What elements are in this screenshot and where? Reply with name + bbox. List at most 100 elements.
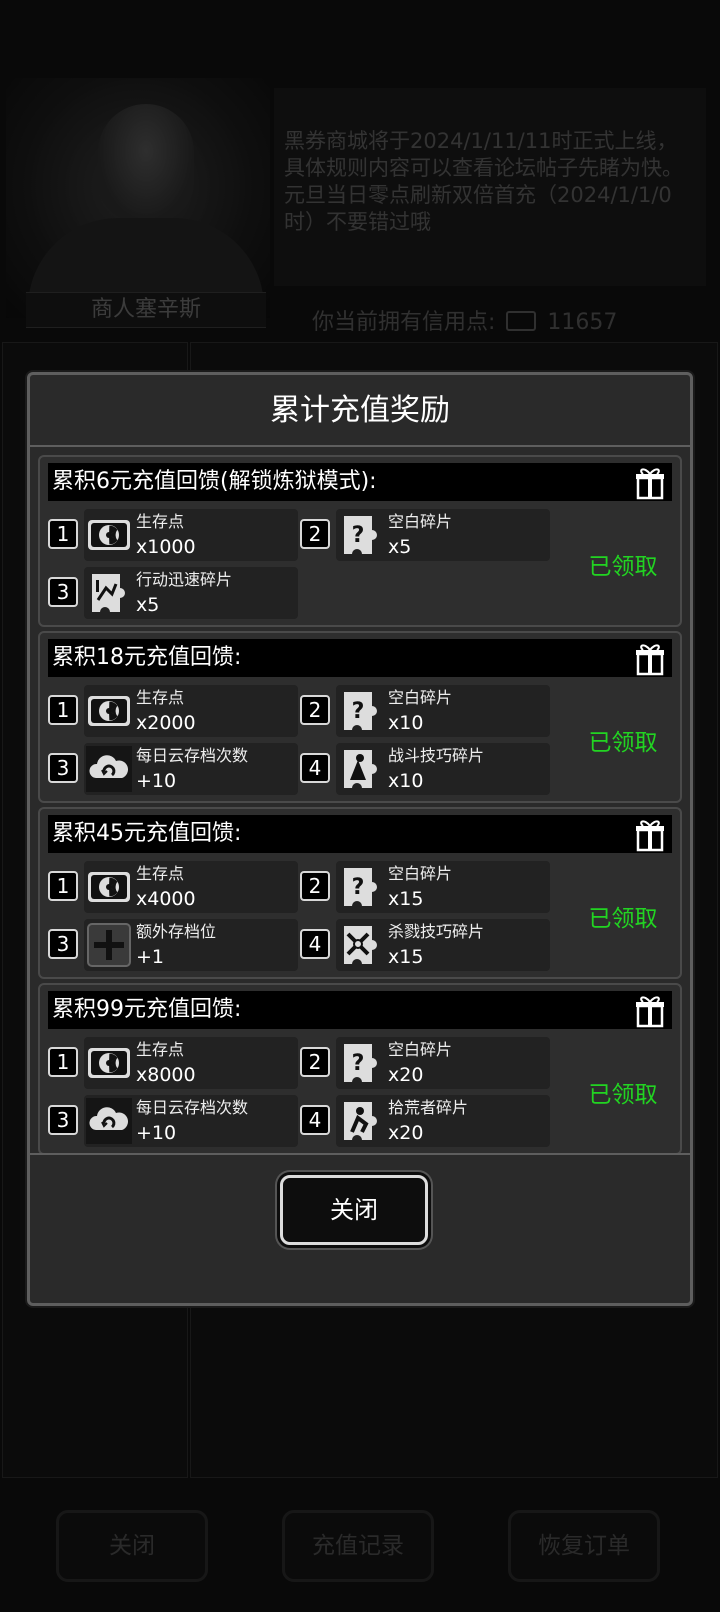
- tier-header: 累积6元充值回馈(解锁炼狱模式):: [48, 463, 672, 501]
- reward-name: 杀戮技巧碎片: [388, 922, 485, 941]
- reward-box: 每日云存档次数 +10: [84, 1095, 298, 1147]
- claimed-status: 已领取: [588, 1082, 658, 1108]
- reward-tier: 累积6元充值回馈(解锁炼狱模式): 1 生存点 x1000 2? 空白碎片 x5 3 行动迅速碎…: [38, 455, 682, 627]
- radiation-icon: [86, 1040, 132, 1086]
- reward-box: ? 空白碎片 x5: [336, 509, 550, 561]
- reward-box: 生存点 x1000: [84, 509, 298, 561]
- claimed-status: 已领取: [588, 730, 658, 756]
- reward-item[interactable]: 1 生存点 x8000: [48, 1037, 298, 1089]
- slaughter-puzzle-icon: [338, 922, 384, 968]
- reward-name: 空白碎片: [388, 1040, 453, 1059]
- reward-item[interactable]: 3 行动迅速碎片 x5: [48, 567, 298, 619]
- reward-name: 空白碎片: [388, 864, 453, 883]
- reward-index: 1: [48, 695, 78, 725]
- footer-divider: [30, 1153, 690, 1155]
- tier-title: 累积6元充值回馈(解锁炼狱模式):: [52, 469, 377, 494]
- reward-index: 1: [48, 871, 78, 901]
- reward-name: 生存点: [136, 1040, 185, 1059]
- radiation-icon: [86, 864, 132, 910]
- reward-item[interactable]: 1 生存点 x2000: [48, 685, 298, 737]
- reward-item[interactable]: 4 杀戮技巧碎片 x15: [300, 919, 550, 971]
- gift-icon[interactable]: [634, 466, 666, 500]
- tier-header: 累积45元充值回馈:: [48, 815, 672, 853]
- tier-title: 累积45元充值回馈:: [52, 821, 242, 846]
- reward-box: 生存点 x2000: [84, 685, 298, 737]
- reward-box: 额外存档位 +1: [84, 919, 298, 971]
- reward-item[interactable]: 3 每日云存档次数 +10: [48, 1095, 298, 1147]
- reward-index: 3: [48, 1105, 78, 1135]
- reward-quantity: x5: [388, 536, 412, 558]
- gift-icon[interactable]: [634, 994, 666, 1028]
- reward-box: 每日云存档次数 +10: [84, 743, 298, 795]
- close-button[interactable]: 关闭: [280, 1175, 428, 1245]
- speed-puzzle-icon: [86, 570, 132, 616]
- reward-quantity: x15: [388, 888, 424, 910]
- reward-index: 3: [48, 753, 78, 783]
- reward-quantity: x4000: [136, 888, 196, 910]
- reward-box: 拾荒者碎片 x20: [336, 1095, 550, 1147]
- reward-quantity: x2000: [136, 712, 196, 734]
- reward-item[interactable]: 2? 空白碎片 x20: [300, 1037, 550, 1089]
- svg-text:?: ?: [352, 1051, 365, 1076]
- claimed-status: 已领取: [588, 906, 658, 932]
- reward-item[interactable]: 2? 空白碎片 x15: [300, 861, 550, 913]
- reward-item[interactable]: 3 每日云存档次数 +10: [48, 743, 298, 795]
- reward-quantity: x20: [388, 1122, 424, 1144]
- reward-quantity: x10: [388, 770, 424, 792]
- reward-item[interactable]: 2? 空白碎片 x5: [300, 509, 550, 561]
- reward-item[interactable]: 4 拾荒者碎片 x20: [300, 1095, 550, 1147]
- reward-name: 每日云存档次数: [136, 746, 249, 765]
- reward-index: 4: [300, 929, 330, 959]
- extra-slot-icon: [86, 922, 132, 968]
- reward-item[interactable]: 4 战斗技巧碎片 x10: [300, 743, 550, 795]
- reward-quantity: +10: [136, 770, 177, 792]
- reward-name: 拾荒者碎片: [388, 1098, 469, 1117]
- reward-box: ? 空白碎片 x10: [336, 685, 550, 737]
- reward-index: 2: [300, 871, 330, 901]
- reward-tier: 累积18元充值回馈: 1 生存点 x2000 2? 空白碎片 x10 3 每日云存档次数 +10 4…: [38, 631, 682, 803]
- blank-puzzle-icon: ?: [338, 864, 384, 910]
- reward-name: 额外存档位: [136, 922, 217, 941]
- reward-item[interactable]: 3 额外存档位 +1: [48, 919, 298, 971]
- reward-index: 4: [300, 1105, 330, 1135]
- reward-box: 战斗技巧碎片 x10: [336, 743, 550, 795]
- reward-name: 空白碎片: [388, 688, 453, 707]
- reward-index: 4: [300, 753, 330, 783]
- reward-quantity: x10: [388, 712, 424, 734]
- reward-tier-list[interactable]: 累积6元充值回馈(解锁炼狱模式): 1 生存点 x1000 2? 空白碎片 x5 3 行动迅速碎…: [38, 455, 682, 1185]
- reward-quantity: x8000: [136, 1064, 196, 1086]
- cloud-save-icon: [86, 746, 132, 792]
- tier-header: 累积99元充值回馈:: [48, 991, 672, 1029]
- reward-box: 生存点 x8000: [84, 1037, 298, 1089]
- reward-box: 行动迅速碎片 x5: [84, 567, 298, 619]
- gift-icon[interactable]: [634, 642, 666, 676]
- reward-item[interactable]: 1 生存点 x1000: [48, 509, 298, 561]
- reward-name: 行动迅速碎片: [136, 570, 233, 589]
- reward-index: 2: [300, 695, 330, 725]
- reward-item[interactable]: 1 生存点 x4000: [48, 861, 298, 913]
- combat-puzzle-icon: [338, 746, 384, 792]
- cumulative-recharge-dialog: 累计充值奖励 累积6元充值回馈(解锁炼狱模式): 1 生存点 x1000 2? 空白碎片 x…: [27, 372, 693, 1306]
- reward-name: 每日云存档次数: [136, 1098, 249, 1117]
- reward-index: 3: [48, 577, 78, 607]
- reward-box: ? 空白碎片 x20: [336, 1037, 550, 1089]
- dialog-title: 累计充值奖励: [30, 375, 690, 447]
- reward-name: 生存点: [136, 688, 185, 707]
- reward-index: 3: [48, 929, 78, 959]
- reward-quantity: x5: [136, 594, 160, 616]
- reward-index: 2: [300, 519, 330, 549]
- reward-box: ? 空白碎片 x15: [336, 861, 550, 913]
- blank-puzzle-icon: ?: [338, 1040, 384, 1086]
- reward-tier: 累积99元充值回馈: 1 生存点 x8000 2? 空白碎片 x20 3 每日云存档次数 +10 4…: [38, 983, 682, 1155]
- reward-quantity: +1: [136, 946, 165, 968]
- svg-text:?: ?: [352, 699, 365, 724]
- reward-index: 1: [48, 519, 78, 549]
- radiation-icon: [86, 688, 132, 734]
- reward-item[interactable]: 2? 空白碎片 x10: [300, 685, 550, 737]
- tier-title: 累积18元充值回馈:: [52, 645, 242, 670]
- blank-puzzle-icon: ?: [338, 512, 384, 558]
- gift-icon[interactable]: [634, 818, 666, 852]
- svg-text:?: ?: [352, 875, 365, 900]
- reward-name: 生存点: [136, 512, 185, 531]
- reward-index: 2: [300, 1047, 330, 1077]
